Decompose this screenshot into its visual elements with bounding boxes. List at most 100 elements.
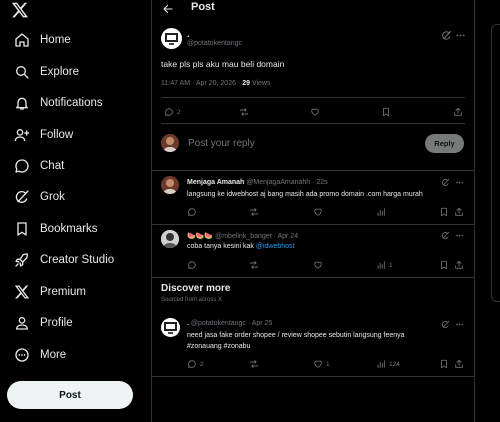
avatar[interactable] (161, 318, 180, 337)
reply-button[interactable]: Reply (425, 134, 464, 153)
page-header: Post (152, 0, 474, 18)
more-options-icon[interactable] (455, 178, 464, 187)
repost-action[interactable] (239, 107, 249, 117)
bookmark-action[interactable] (381, 107, 391, 117)
views-chart-icon (377, 261, 385, 269)
sidebar-item-label: Premium (40, 286, 87, 298)
grok-icon[interactable] (441, 231, 450, 240)
views-label: Views (250, 80, 271, 87)
page-title: Post (191, 1, 215, 13)
avatar[interactable] (161, 134, 179, 152)
more-circle-icon (15, 348, 29, 362)
main-column: Post . @potatokentangc take pls pls aku … (151, 0, 475, 422)
person-icon (16, 317, 28, 330)
hashtag-links[interactable]: #zonauang #zonabu (187, 343, 250, 350)
views-action[interactable] (376, 207, 386, 217)
search-icon (16, 66, 29, 79)
sidebar-item-notifications[interactable]: Notifications (14, 92, 103, 114)
bookmark-action[interactable] (439, 359, 449, 369)
section-title: Discover more (161, 283, 231, 294)
avatar[interactable] (161, 230, 179, 248)
sidebar-item-label: More (40, 349, 67, 361)
more-options-icon[interactable] (455, 30, 466, 41)
reply-action[interactable] (187, 207, 197, 217)
more-options-icon[interactable] (455, 231, 464, 240)
post-button[interactable]: Post (7, 381, 133, 409)
reply-icon (165, 108, 173, 116)
sidebar-item-grok[interactable]: Grok (14, 186, 65, 208)
post-meta: 11:47 AM · Apr 20, 2026 · 29 Views (161, 80, 271, 87)
author-handle-time[interactable]: @MenjagaAmanahh · 22s (244, 179, 327, 186)
bookmark-icon (441, 207, 447, 217)
sidebar-item-more[interactable]: More (14, 344, 66, 366)
reply-text-content: coba tanya kesini kak (187, 243, 256, 250)
reply-input[interactable]: Post your reply (188, 138, 255, 149)
sidebar-item-home[interactable]: Home (14, 29, 71, 51)
post-time[interactable]: 11:47 AM · Apr 20, 2026 · (161, 80, 242, 87)
sidebar-item-label: Grok (40, 191, 65, 203)
bookmark-action[interactable] (439, 207, 449, 217)
author-handle-time[interactable]: @potatokentangc · Apr 25 (189, 320, 272, 327)
repost-icon (250, 360, 258, 368)
like-action[interactable] (313, 207, 323, 217)
like-action[interactable]: 1 (313, 359, 330, 369)
bookmark-icon (17, 222, 27, 236)
author-name[interactable]: Menjaga Amanah (187, 179, 244, 186)
bookmark-action[interactable] (439, 260, 449, 270)
repost-action[interactable] (249, 260, 259, 270)
sidebar-item-chat[interactable]: Chat (14, 155, 64, 177)
repost-icon (240, 108, 248, 116)
author-name[interactable]: . (187, 29, 190, 39)
divider (161, 123, 465, 124)
sidebar-item-premium[interactable]: Premium (14, 281, 86, 303)
repost-action[interactable] (249, 359, 259, 369)
sidebar-item-explore[interactable]: Explore (14, 61, 79, 83)
heart-icon (314, 208, 322, 216)
like-action[interactable] (310, 107, 320, 117)
sidebar-item-label: Explore (40, 66, 79, 78)
grok-icon[interactable] (441, 178, 450, 187)
heart-icon (314, 360, 322, 368)
mention-link[interactable]: @idwebhost (256, 243, 295, 250)
share-action[interactable] (454, 260, 464, 270)
reply-action[interactable]: 2 (164, 107, 181, 117)
sidebar-item-label: Bookmarks (40, 223, 98, 235)
author-handle-time[interactable]: @mbelink_banget · Apr 24 (213, 233, 298, 240)
back-arrow-icon[interactable] (162, 3, 174, 15)
author-handle[interactable]: @potatokentangc (187, 40, 242, 47)
views-count: 1 (389, 261, 393, 269)
right-panel-edge (491, 24, 500, 302)
share-action[interactable] (453, 107, 463, 117)
reply-text: langsung ke idwebhost aj bang masih ada … (187, 191, 423, 198)
views-chart-icon (377, 360, 385, 368)
views-count: 124 (389, 360, 400, 368)
share-action[interactable] (454, 359, 464, 369)
sidebar-item-label: Home (40, 34, 71, 46)
rocket-icon (15, 253, 28, 267)
reply-action[interactable]: 2 (187, 359, 204, 369)
avatar[interactable] (161, 28, 182, 49)
repost-action[interactable] (249, 207, 259, 217)
sidebar-item-follow[interactable]: Follow (14, 124, 73, 146)
divider (152, 224, 474, 225)
share-action[interactable] (454, 207, 464, 217)
post-text: need jasa fake order shopee / review sho… (187, 332, 405, 339)
sidebar-item-profile[interactable]: Profile (14, 312, 73, 334)
views-count: 29 (242, 80, 250, 87)
sidebar-item-bookmarks[interactable]: Bookmarks (14, 218, 98, 240)
views-action[interactable]: 1 (376, 260, 393, 270)
left-sidebar: Home Explore Notifications Follow Chat G… (0, 0, 150, 422)
share-icon (454, 107, 462, 116)
like-action[interactable] (313, 260, 323, 270)
author-name[interactable]: 🍉🍉🍉 (187, 233, 213, 240)
x-logo-icon[interactable] (11, 1, 29, 19)
grok-icon[interactable] (441, 320, 450, 329)
divider (152, 277, 474, 278)
more-options-icon[interactable] (455, 320, 464, 329)
reply-action[interactable] (187, 260, 197, 270)
reply-count: 2 (177, 108, 181, 116)
avatar[interactable] (161, 176, 179, 194)
views-action[interactable]: 124 (376, 359, 400, 369)
grok-icon[interactable] (441, 30, 452, 41)
sidebar-item-creator-studio[interactable]: Creator Studio (14, 249, 114, 271)
